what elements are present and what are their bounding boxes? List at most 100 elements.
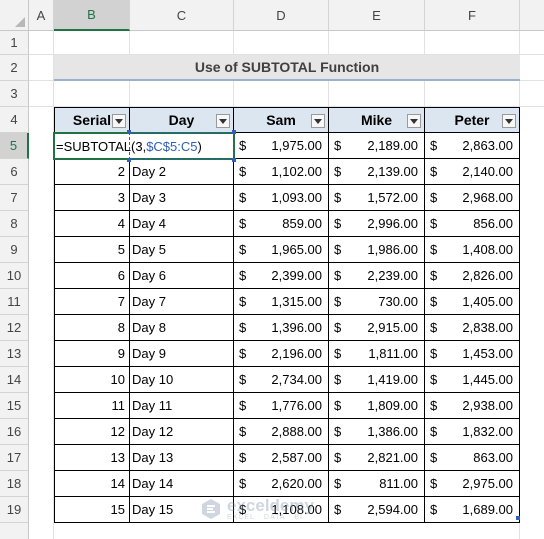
row-header-9[interactable]: 9 [0, 237, 29, 263]
resize-handle[interactable] [127, 158, 131, 162]
table-cell-serial[interactable]: 5 [54, 237, 130, 263]
table-cell-day[interactable]: Day 4 [130, 211, 234, 237]
table-cell-sam[interactable]: $1,396.00 [234, 315, 329, 341]
table-cell-peter[interactable]: $1,689.00 [425, 497, 520, 523]
row-header-18[interactable]: 18 [0, 471, 29, 497]
table-cell-serial[interactable]: 4 [54, 211, 130, 237]
table-cell-serial[interactable]: 3 [54, 185, 130, 211]
table-cell-peter[interactable]: $863.00 [425, 445, 520, 471]
column-header-f[interactable]: F [425, 0, 520, 31]
table-cell-day[interactable]: Day 12 [130, 419, 234, 445]
column-header-b[interactable]: B [54, 0, 130, 31]
table-cell-peter[interactable]: $1,405.00 [425, 289, 520, 315]
table-cell-peter[interactable]: $2,826.00 [425, 263, 520, 289]
table-cell-sam[interactable]: $2,587.00 [234, 445, 329, 471]
row-header-3[interactable]: 3 [0, 81, 29, 107]
header-peter[interactable]: Peter [425, 107, 520, 133]
resize-handle[interactable] [232, 130, 236, 134]
table-cell-mike[interactable]: $1,386.00 [329, 419, 425, 445]
table-cell-serial[interactable]: 6 [54, 263, 130, 289]
row-header-15[interactable]: 15 [0, 393, 29, 419]
row-header-13[interactable]: 13 [0, 341, 29, 367]
table-cell-peter[interactable]: $2,975.00 [425, 471, 520, 497]
table-cell-peter[interactable]: $1,408.00 [425, 237, 520, 263]
column-header-c[interactable]: C [130, 0, 234, 31]
table-cell-sam[interactable]: $2,196.00 [234, 341, 329, 367]
table-cell-mike[interactable]: $2,915.00 [329, 315, 425, 341]
row-header-6[interactable]: 6 [0, 159, 29, 185]
table-cell-mike[interactable]: $2,996.00 [329, 211, 425, 237]
table-cell-serial[interactable]: 10 [54, 367, 130, 393]
row-header-7[interactable]: 7 [0, 185, 29, 211]
column-header-d[interactable]: D [234, 0, 329, 31]
table-cell-peter[interactable]: $2,140.00 [425, 159, 520, 185]
table-cell-serial[interactable]: 12 [54, 419, 130, 445]
header-serial[interactable]: Serial [54, 107, 130, 133]
column-header-a[interactable]: A [29, 0, 54, 31]
table-cell-sam[interactable]: $1,776.00 [234, 393, 329, 419]
table-cell-serial[interactable]: 7 [54, 289, 130, 315]
header-mike[interactable]: Mike [329, 107, 425, 133]
table-cell-peter[interactable]: $2,938.00 [425, 393, 520, 419]
row-header-16[interactable]: 16 [0, 419, 29, 445]
table-cell-sam[interactable]: $1,093.00 [234, 185, 329, 211]
table-cell-day[interactable]: Day 11 [130, 393, 234, 419]
filter-dropdown-icon[interactable] [112, 114, 126, 128]
range-reference-highlight[interactable] [127, 130, 236, 162]
table-cell-peter[interactable]: $2,863.00 [425, 133, 520, 159]
table-cell-sam[interactable]: $2,399.00 [234, 263, 329, 289]
column-header-g[interactable] [520, 0, 544, 31]
table-cell-mike[interactable]: $1,572.00 [329, 185, 425, 211]
table-cell-mike[interactable]: $1,419.00 [329, 367, 425, 393]
table-cell-serial[interactable]: 13 [54, 445, 130, 471]
row-header-17[interactable]: 17 [0, 445, 29, 471]
spreadsheet-grid[interactable]: A B C D E F 1 2 3 4 5 6 7 8 9 10 11 12 1… [0, 0, 544, 539]
row-header-4[interactable]: 4 [0, 107, 29, 133]
row-header-1[interactable]: 1 [0, 31, 29, 55]
table-cell-mike[interactable]: $2,239.00 [329, 263, 425, 289]
table-cell-day[interactable]: Day 8 [130, 315, 234, 341]
resize-handle[interactable] [232, 158, 236, 162]
column-header-e[interactable]: E [329, 0, 425, 31]
table-cell-sam[interactable]: $859.00 [234, 211, 329, 237]
table-cell-sam[interactable]: $1,315.00 [234, 289, 329, 315]
row-header-11[interactable]: 11 [0, 289, 29, 315]
header-day[interactable]: Day [130, 107, 234, 133]
table-cell-day[interactable]: Day 13 [130, 445, 234, 471]
table-cell-day[interactable]: Day 2 [130, 159, 234, 185]
table-cell-day[interactable]: Day 3 [130, 185, 234, 211]
table-cell-peter[interactable]: $1,453.00 [425, 341, 520, 367]
table-cell-mike[interactable]: $2,189.00 [329, 133, 425, 159]
table-cell-peter[interactable]: $1,445.00 [425, 367, 520, 393]
table-cell-serial[interactable]: 14 [54, 471, 130, 497]
table-cell-sam[interactable]: $1,975.00 [234, 133, 329, 159]
header-sam[interactable]: Sam [234, 107, 329, 133]
filter-dropdown-icon[interactable] [216, 114, 230, 128]
table-cell-day[interactable]: Day 9 [130, 341, 234, 367]
table-cell-sam[interactable]: $1,102.00 [234, 159, 329, 185]
select-all-button[interactable] [0, 0, 29, 31]
filter-dropdown-icon[interactable] [407, 114, 421, 128]
table-cell-sam[interactable]: $1,965.00 [234, 237, 329, 263]
table-cell-serial[interactable]: 9 [54, 341, 130, 367]
table-cell-peter[interactable]: $1,832.00 [425, 419, 520, 445]
table-cell-serial[interactable]: 2 [54, 159, 130, 185]
table-cell-serial[interactable]: 15 [54, 497, 130, 523]
table-cell-mike[interactable]: $2,821.00 [329, 445, 425, 471]
table-cell-serial[interactable]: 8 [54, 315, 130, 341]
row-header-19[interactable]: 19 [0, 497, 29, 523]
table-cell-mike[interactable]: $730.00 [329, 289, 425, 315]
table-cell-peter[interactable]: $856.00 [425, 211, 520, 237]
table-cell-mike[interactable]: $1,986.00 [329, 237, 425, 263]
table-cell-mike[interactable]: $1,811.00 [329, 341, 425, 367]
row-header-10[interactable]: 10 [0, 263, 29, 289]
row-header-20[interactable] [0, 523, 29, 539]
row-header-14[interactable]: 14 [0, 367, 29, 393]
filter-dropdown-icon[interactable] [311, 114, 325, 128]
table-cell-sam[interactable]: $2,734.00 [234, 367, 329, 393]
row-header-12[interactable]: 12 [0, 315, 29, 341]
table-cell-mike[interactable]: $1,809.00 [329, 393, 425, 419]
table-cell-day[interactable]: Day 10 [130, 367, 234, 393]
row-header-2[interactable]: 2 [0, 55, 29, 81]
table-cell-day[interactable]: Day 7 [130, 289, 234, 315]
